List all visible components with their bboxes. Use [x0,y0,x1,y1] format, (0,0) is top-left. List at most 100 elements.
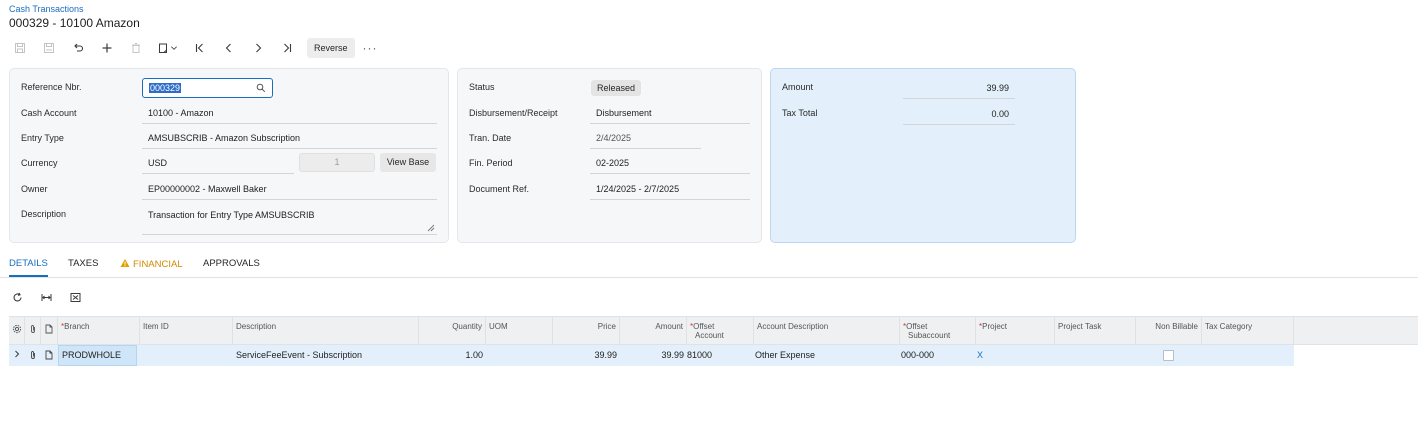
column-header-description[interactable]: Description [233,317,419,344]
warning-icon [120,259,130,267]
cash-account-field[interactable]: 10100 - Amazon [148,108,214,118]
page-title: 000329 - 10100 Amazon [9,16,140,30]
disb-receipt-label: Disbursement/Receipt [469,108,558,118]
divider [590,123,750,124]
column-header-quantity[interactable]: Quantity [419,317,486,344]
column-header-uom[interactable]: UOM [486,317,553,344]
tab-taxes[interactable]: TAXES [68,258,98,269]
breadcrumb[interactable]: Cash Transactions [9,4,84,14]
divider [590,199,750,200]
status-label: Status [469,82,495,92]
delete-icon[interactable] [125,38,147,58]
next-icon[interactable] [247,38,269,58]
cell-project-task[interactable] [1055,345,1136,366]
cell-offset-account[interactable]: 81000 [684,345,751,366]
amount-field: 39.99 [986,83,1009,93]
column-header-branch[interactable]: *Branch [58,317,140,344]
description-field[interactable]: Transaction for Entry Type AMSUBSCRIB [148,210,315,220]
cell-project-link[interactable]: X [974,345,1053,366]
cell-amount[interactable]: 39.99 [620,345,687,366]
cell-tax-category[interactable] [1202,345,1294,366]
more-actions-icon[interactable]: ··· [363,41,378,55]
owner-label: Owner [21,184,48,194]
paperclip-icon[interactable] [28,350,38,360]
document-ref-field[interactable]: 1/24/2025 - 2/7/2025 [596,184,679,194]
disb-receipt-field[interactable]: Disbursement [596,108,652,118]
offset-account-label-2: Account [695,331,724,340]
status-panel: Status Released Disbursement/Receipt Dis… [457,68,762,243]
cell-price[interactable]: 39.99 [553,345,620,366]
copy-paste-icon[interactable] [154,38,182,58]
settings-column[interactable] [9,317,25,344]
toolbar: Reverse ··· [9,38,378,58]
column-header-price[interactable]: Price [553,317,620,344]
cell-branch[interactable]: PRODWHOLE [58,345,137,366]
divider [142,123,437,124]
cell-account-description[interactable]: Other Expense [752,345,898,366]
divider [0,277,1418,278]
chevron-right-icon[interactable] [12,349,22,359]
reference-nbr-value: 000329 [149,83,182,93]
tab-details[interactable]: DETAILS [9,258,48,269]
offset-subaccount-label-1: Offset [906,322,928,331]
fit-columns-icon[interactable] [38,289,54,305]
cell-description[interactable]: ServiceFeeEvent - Subscription [233,345,419,366]
undo-icon[interactable] [67,38,89,58]
export-excel-icon[interactable] [67,289,83,305]
cell-uom[interactable] [486,345,553,366]
column-header-offset-account[interactable]: *Offset Account [687,317,754,344]
entry-type-field[interactable]: AMSUBSCRIB - Amazon Subscription [148,133,300,143]
grid-header: *Branch Item ID Description Quantity UOM… [9,316,1418,345]
tran-date-field[interactable]: 2/4/2025 [596,133,631,143]
gear-icon[interactable] [12,324,22,334]
reverse-button[interactable]: Reverse [307,38,355,58]
column-header-project-label: Project [982,322,1008,331]
tab-approvals[interactable]: APPROVALS [203,258,260,269]
column-header-amount[interactable]: Amount [620,317,687,344]
table-row[interactable]: PRODWHOLE ServiceFeeEvent - Subscription… [9,345,1294,366]
reference-nbr-input[interactable]: 000329 [142,78,273,98]
tax-total-field: 0.00 [991,109,1009,119]
column-header-tax-category[interactable]: Tax Category [1202,317,1294,344]
tab-financial[interactable]: FINANCIAL [120,258,183,270]
column-header-account-description[interactable]: Account Description [754,317,900,344]
tran-date-label: Tran. Date [469,133,512,143]
save-close-icon[interactable] [38,38,60,58]
column-header-non-billable[interactable]: Non Billable [1136,317,1202,344]
divider [903,124,1015,125]
note-column [41,317,58,344]
save-icon[interactable] [9,38,31,58]
column-header-item-id[interactable]: Item ID [140,317,233,344]
last-icon[interactable] [276,38,298,58]
cell-quantity[interactable]: 1.00 [419,345,486,366]
column-header-project[interactable]: *Project [976,317,1055,344]
view-base-button[interactable]: View Base [380,153,436,172]
divider [590,148,701,149]
first-icon[interactable] [189,38,211,58]
tab-financial-label: FINANCIAL [133,259,183,270]
search-icon[interactable] [256,83,266,93]
document-ref-label: Document Ref. [469,184,530,194]
totals-panel: Amount 39.99 Tax Total 0.00 [770,68,1076,243]
owner-field[interactable]: EP00000002 - Maxwell Baker [148,184,267,194]
divider [590,173,750,174]
column-header-project-task[interactable]: Project Task [1055,317,1136,344]
column-header-offset-subaccount[interactable]: *Offset Subaccount [900,317,976,344]
column-header-branch-label: Branch [64,322,90,331]
prev-icon[interactable] [218,38,240,58]
fin-period-field[interactable]: 02-2025 [596,158,629,168]
currency-rate-field[interactable]: 1 [299,153,375,172]
cash-account-label: Cash Account [21,108,77,118]
offset-subaccount-label-2: Subaccount [908,331,951,340]
non-billable-checkbox[interactable] [1163,350,1174,361]
entry-type-label: Entry Type [21,133,64,143]
note-icon[interactable] [44,350,54,360]
cell-offset-subaccount[interactable]: 000-000 [898,345,974,366]
currency-field[interactable]: USD [148,158,167,168]
fin-period-label: Fin. Period [469,158,513,168]
resize-handle-icon[interactable] [427,224,435,232]
add-icon[interactable] [96,38,118,58]
grid-toolbar [9,289,96,305]
refresh-icon[interactable] [9,289,25,305]
cell-item-id[interactable] [140,345,233,366]
